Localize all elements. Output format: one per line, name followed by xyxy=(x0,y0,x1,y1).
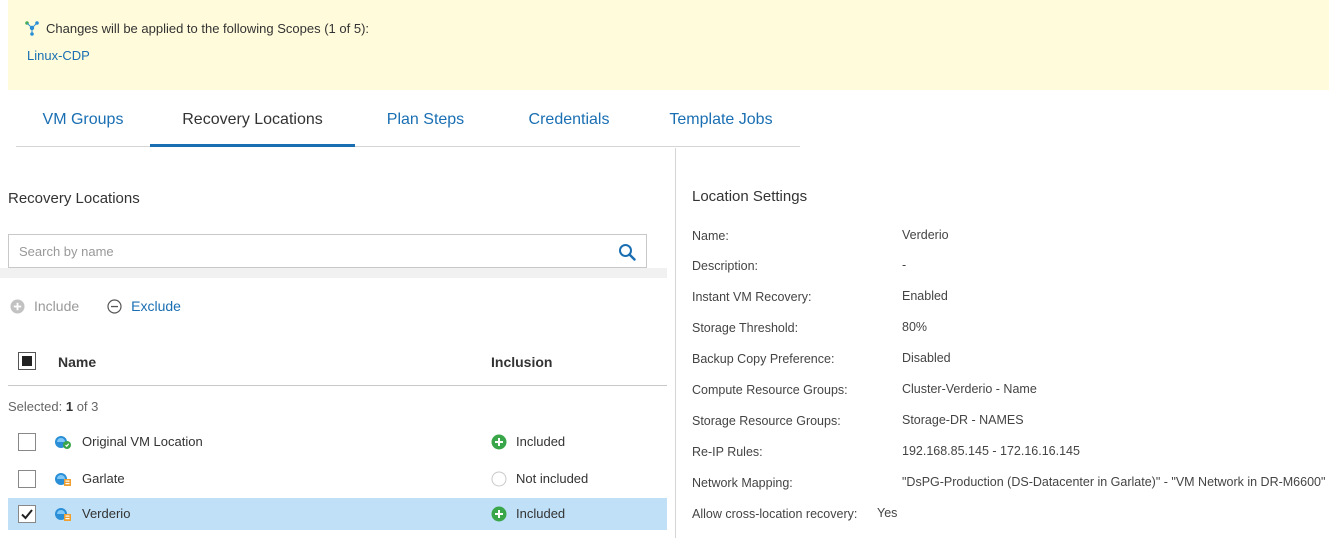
selection-prefix: Selected: xyxy=(8,399,63,414)
table-row[interactable]: Garlate Not included xyxy=(8,463,667,495)
setting-value-instant-recovery: Enabled xyxy=(902,289,948,303)
setting-label-cross-location: Allow cross-location recovery: xyxy=(692,507,858,521)
include-label: Include xyxy=(34,298,80,314)
exclude-button[interactable]: Exclude xyxy=(107,298,181,314)
row-inclusion: Not included xyxy=(516,471,589,486)
row-checkbox[interactable] xyxy=(18,505,36,523)
setting-label-name: Name: xyxy=(692,229,729,243)
setting-label-description: Description: xyxy=(692,259,758,273)
row-name: Verderio xyxy=(82,506,131,521)
tab-vm-groups[interactable]: VM Groups xyxy=(16,107,150,147)
setting-label-storage-groups: Storage Resource Groups: xyxy=(692,414,841,428)
setting-value-description: - xyxy=(902,258,907,272)
row-inclusion: Included xyxy=(516,506,566,521)
site-location-icon xyxy=(55,473,71,486)
scope-banner: Changes will be applied to the following… xyxy=(8,0,1329,90)
banner-message: Changes will be applied to the following… xyxy=(46,20,370,36)
tab-plan-steps[interactable]: Plan Steps xyxy=(355,107,496,147)
setting-value-cross-location: Yes xyxy=(877,506,898,520)
table-row[interactable]: Original VM Location Included xyxy=(8,426,667,458)
setting-label-compute-groups: Compute Resource Groups: xyxy=(692,383,848,397)
location-settings-title: Location Settings xyxy=(692,188,808,205)
selection-summary: Selected: 1 of 3 xyxy=(8,399,98,414)
row-checkbox[interactable] xyxy=(18,433,36,451)
plus-circle-icon xyxy=(10,299,25,313)
column-header-inclusion[interactable]: Inclusion xyxy=(491,354,552,370)
site-location-icon xyxy=(55,508,71,521)
selection-count: 1 xyxy=(65,399,74,414)
setting-value-storage-threshold: 80% xyxy=(902,320,928,334)
action-bar: Include Exclude xyxy=(10,298,181,314)
setting-value-reip-rules: 192.168.85.145 - 172.16.16.145 xyxy=(902,444,1080,458)
column-header-name[interactable]: Name xyxy=(58,354,96,370)
minus-circle-icon xyxy=(107,298,122,314)
tab-credentials[interactable]: Credentials xyxy=(496,107,642,147)
scope-link[interactable]: Linux-CDP xyxy=(27,48,90,63)
setting-value-backup-copy: Disabled xyxy=(902,351,951,365)
setting-label-reip-rules: Re-IP Rules: xyxy=(692,445,763,459)
setting-label-network-mapping: Network Mapping: xyxy=(692,476,793,490)
exclude-label: Exclude xyxy=(131,298,181,314)
setting-label-storage-threshold: Storage Threshold: xyxy=(692,321,799,335)
include-button[interactable]: Include xyxy=(10,298,79,314)
tab-template-jobs[interactable]: Template Jobs xyxy=(642,107,800,147)
select-all-checkbox[interactable] xyxy=(18,352,36,370)
checkmark-icon xyxy=(21,509,33,520)
row-checkbox[interactable] xyxy=(18,470,36,488)
panel-divider xyxy=(675,148,676,538)
table-header: Name Inclusion xyxy=(8,340,667,386)
row-inclusion: Included xyxy=(516,434,566,449)
setting-label-backup-copy: Backup Copy Preference: xyxy=(692,352,835,366)
setting-label-instant-recovery: Instant VM Recovery: xyxy=(692,290,812,304)
setting-value-compute-groups: Cluster-Verderio - Name xyxy=(902,382,1037,396)
selection-suffix: of 3 xyxy=(76,399,99,414)
row-name: Original VM Location xyxy=(82,434,203,449)
setting-value-name: Verderio xyxy=(902,228,949,242)
setting-value-storage-groups: Storage-DR - NAMES xyxy=(902,413,1024,427)
tab-recovery-locations[interactable]: Recovery Locations xyxy=(150,107,355,147)
banner-message-line: Changes will be applied to the following… xyxy=(24,20,369,36)
table-row[interactable]: Verderio Included xyxy=(8,498,667,530)
setting-value-network-mapping: "DsPG-Production (DS-Datacenter in Garla… xyxy=(902,475,1326,489)
included-icon xyxy=(491,434,507,450)
recovery-locations-title: Recovery Locations xyxy=(8,190,140,207)
search-box xyxy=(8,234,647,268)
included-icon xyxy=(491,506,507,522)
tab-bar: VM Groups Recovery Locations Plan Steps … xyxy=(16,107,800,147)
vm-location-icon xyxy=(55,436,71,449)
search-icon[interactable] xyxy=(618,243,636,261)
search-input[interactable] xyxy=(9,235,599,267)
not-included-icon xyxy=(491,471,507,487)
scope-icon xyxy=(25,21,39,36)
toolbar-background xyxy=(0,268,667,278)
row-name: Garlate xyxy=(82,471,125,486)
